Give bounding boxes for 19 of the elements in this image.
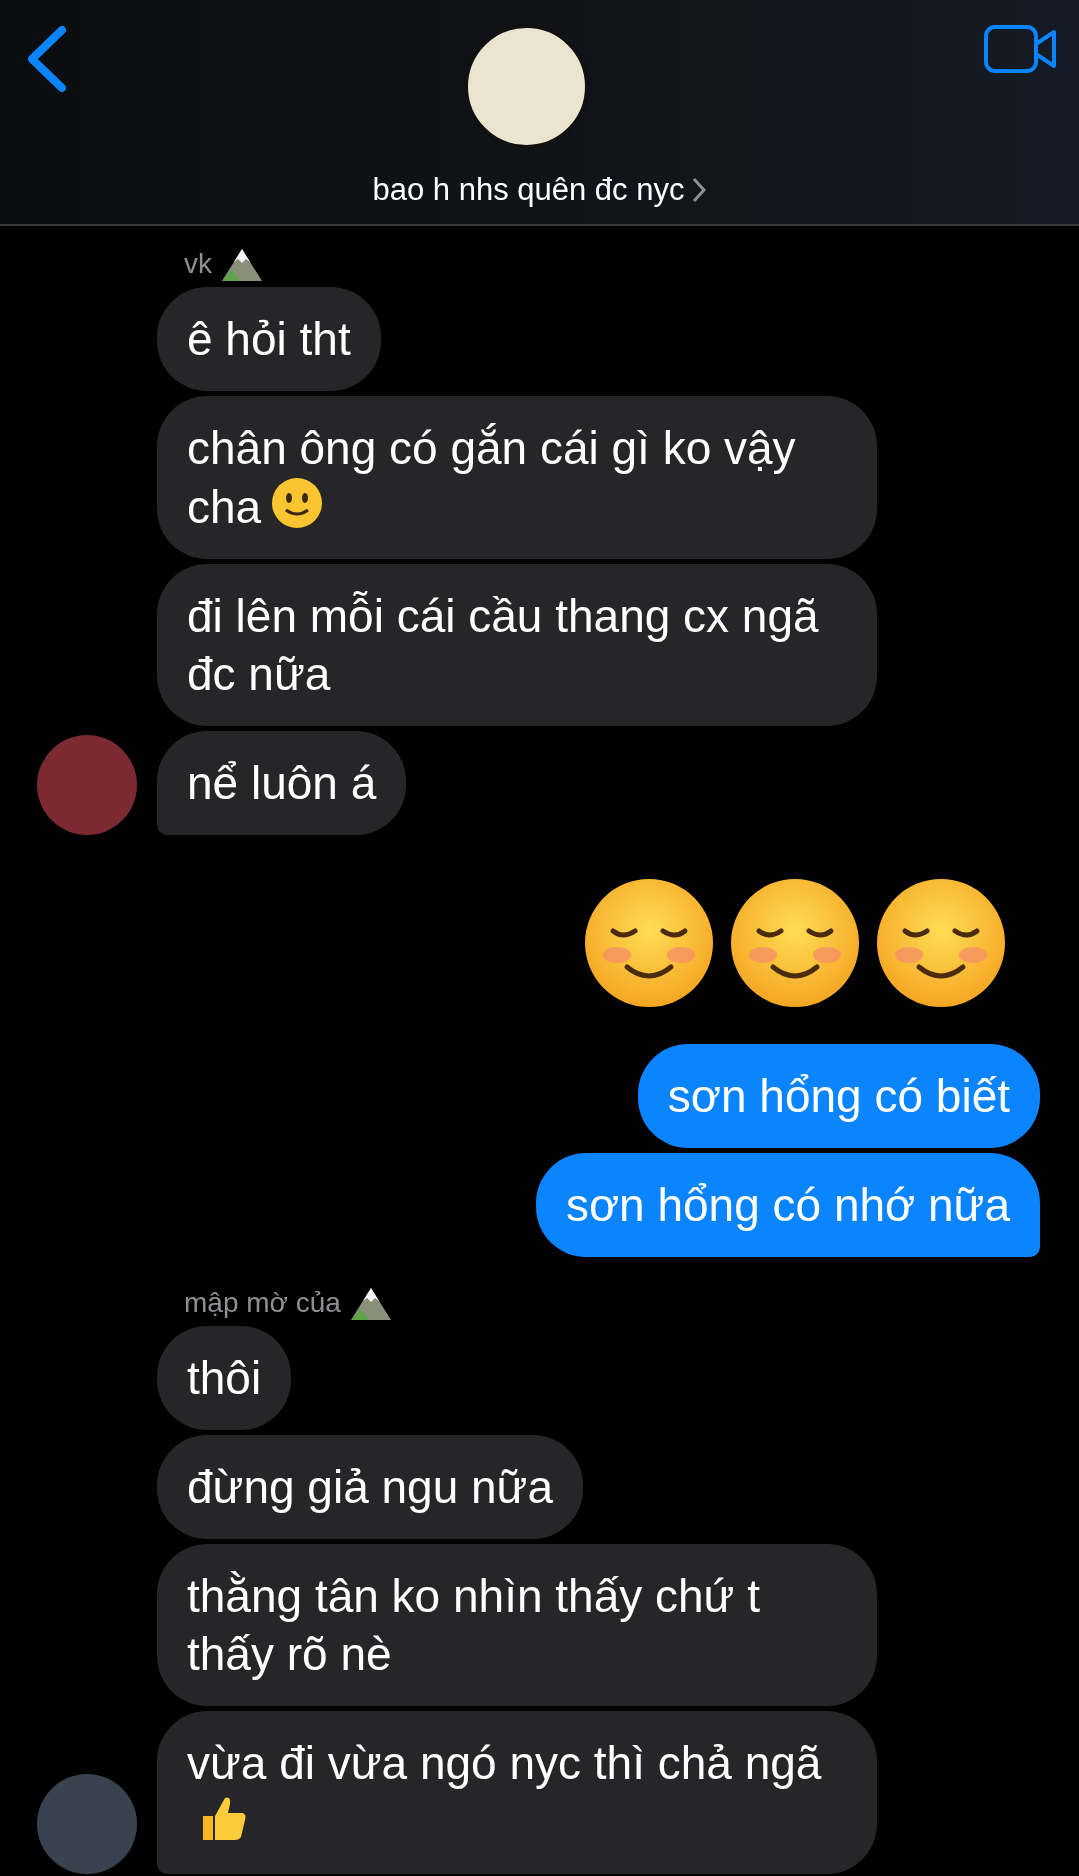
video-call-icon[interactable] — [983, 24, 1057, 74]
message-bubble: nể luôn á — [157, 731, 407, 835]
message-bubble: sơn hổng có biết — [637, 1044, 1040, 1148]
message-bubble: đừng giả ngu nữa — [157, 1435, 583, 1539]
smiley-icon — [729, 877, 861, 1009]
message-bubble: ê hỏi tht — [157, 287, 381, 391]
sender-name: mập mờ của — [184, 1286, 341, 1320]
smiley-icon — [583, 877, 715, 1009]
message-bubble: sơn hổng có nhớ nữa — [535, 1153, 1040, 1257]
chat-title[interactable]: bao h nhs quên đc nyc — [372, 170, 685, 210]
message-bubble: vừa đi vừa ngó nyc thì chả ngã — [157, 1711, 877, 1874]
message-bubble: đi lên mỗi cái cầu thang cx ngã đc nữa — [157, 564, 877, 726]
chevron-right-icon[interactable] — [692, 177, 707, 203]
sender-name: vk — [184, 247, 212, 281]
message-bubble: chân ông có gắn cái gì ko vậy cha — [157, 396, 877, 559]
message-bubble: thằng tân ko nhìn thấy chứ t thấy rõ nè — [157, 1544, 877, 1706]
smiley-icon — [875, 877, 1007, 1009]
message-bubble: thôi — [157, 1326, 292, 1430]
smiley-icon — [271, 477, 324, 529]
